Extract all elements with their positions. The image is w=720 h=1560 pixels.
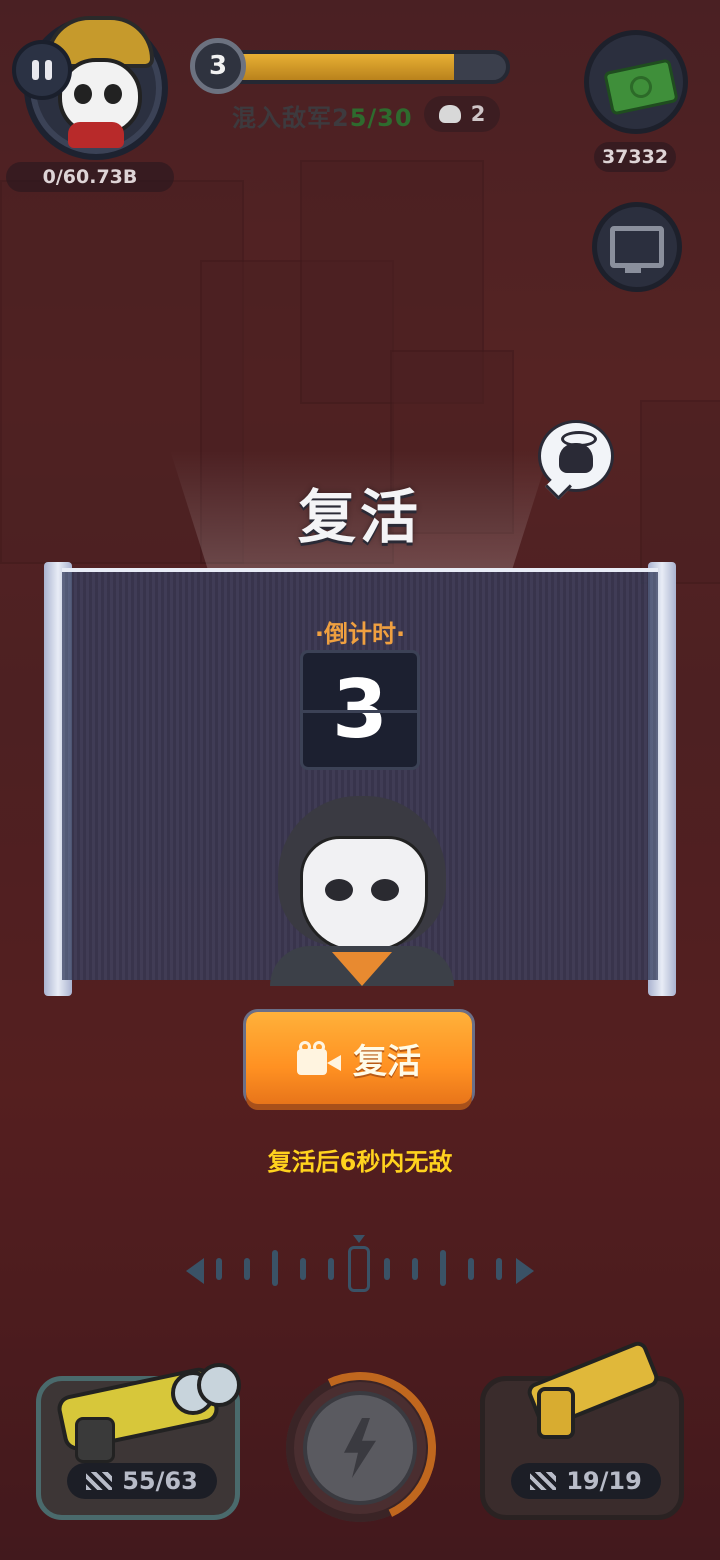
- mission-prefix: 混入敌军2: [232, 104, 350, 132]
- aim-slider[interactable]: [186, 1235, 534, 1306]
- shop-button[interactable]: [584, 30, 688, 134]
- eye: [371, 879, 399, 901]
- dead-skull-bubble-icon: [538, 420, 614, 492]
- dialog-title: 复活: [297, 483, 422, 551]
- level-progress-bar: [214, 50, 510, 84]
- secondary-ammo-count: 19/19: [566, 1467, 642, 1495]
- screen-button[interactable]: [592, 202, 682, 292]
- player-character: [270, 796, 454, 986]
- mission-progress: 5/30: [349, 104, 413, 132]
- slider-tick: [244, 1258, 250, 1280]
- invincible-hint: 复活后6秒内无敌: [267, 1148, 453, 1176]
- slider-tick: [272, 1250, 278, 1286]
- slider-tick: [468, 1258, 474, 1280]
- slider-tick: [496, 1258, 502, 1280]
- mission-text: 混入敌军25/30: [232, 98, 413, 133]
- slider-tick: [440, 1250, 446, 1286]
- collar: [68, 122, 124, 148]
- slider-tick: [384, 1258, 390, 1280]
- countdown-digit: 3: [300, 650, 420, 770]
- score-text: 0/60.73B: [42, 166, 138, 188]
- arrow-right-icon: [516, 1258, 534, 1284]
- slider-tick: [328, 1258, 334, 1280]
- eye: [325, 879, 353, 901]
- kill-counter: 2: [424, 96, 500, 132]
- revive-button-label: 复活: [353, 1041, 421, 1082]
- coin-count: 37332: [601, 146, 669, 168]
- secondary-weapon-slot[interactable]: 19/19: [480, 1338, 684, 1520]
- slider-tick: [412, 1258, 418, 1280]
- level-progress: 3: [190, 38, 516, 96]
- score-pill: 0/60.73B: [6, 162, 174, 192]
- pistol-gun-icon: [519, 1331, 669, 1441]
- eye: [74, 84, 92, 104]
- primary-ammo: 55/63: [67, 1463, 217, 1499]
- skull-icon: [559, 443, 593, 473]
- skull-mask: [300, 836, 428, 952]
- monitor-icon: [610, 226, 664, 273]
- kill-count: 2: [470, 102, 486, 126]
- coin-balance: 37332: [594, 142, 676, 172]
- slider-tick: [216, 1258, 222, 1280]
- bullets-icon: [530, 1472, 557, 1490]
- bullets-icon: [86, 1472, 113, 1490]
- pause-icon: [45, 60, 52, 80]
- cash-icon: [603, 58, 679, 116]
- arrow-left-icon: [186, 1258, 204, 1284]
- revive-button[interactable]: 复活: [246, 1012, 472, 1104]
- level-badge: 3: [190, 38, 246, 94]
- primary-weapon-slot[interactable]: 55/63: [36, 1363, 241, 1520]
- slider-handle[interactable]: [348, 1235, 370, 1292]
- primary-ammo-count: 55/63: [122, 1467, 198, 1495]
- camera-icon: [297, 1041, 341, 1075]
- slider-tick: [300, 1258, 306, 1280]
- pause-icon: [32, 60, 39, 80]
- skill-button[interactable]: [262, 1350, 458, 1546]
- secondary-ammo: 19/19: [511, 1463, 661, 1499]
- eye: [104, 84, 122, 104]
- character-body: [270, 946, 454, 986]
- skull-icon: [438, 105, 461, 123]
- cannon-gun-icon: [49, 1351, 241, 1463]
- countdown-label: ·倒计时·: [314, 620, 406, 648]
- level-progress-fill: [218, 54, 455, 80]
- pause-button[interactable]: [12, 40, 72, 100]
